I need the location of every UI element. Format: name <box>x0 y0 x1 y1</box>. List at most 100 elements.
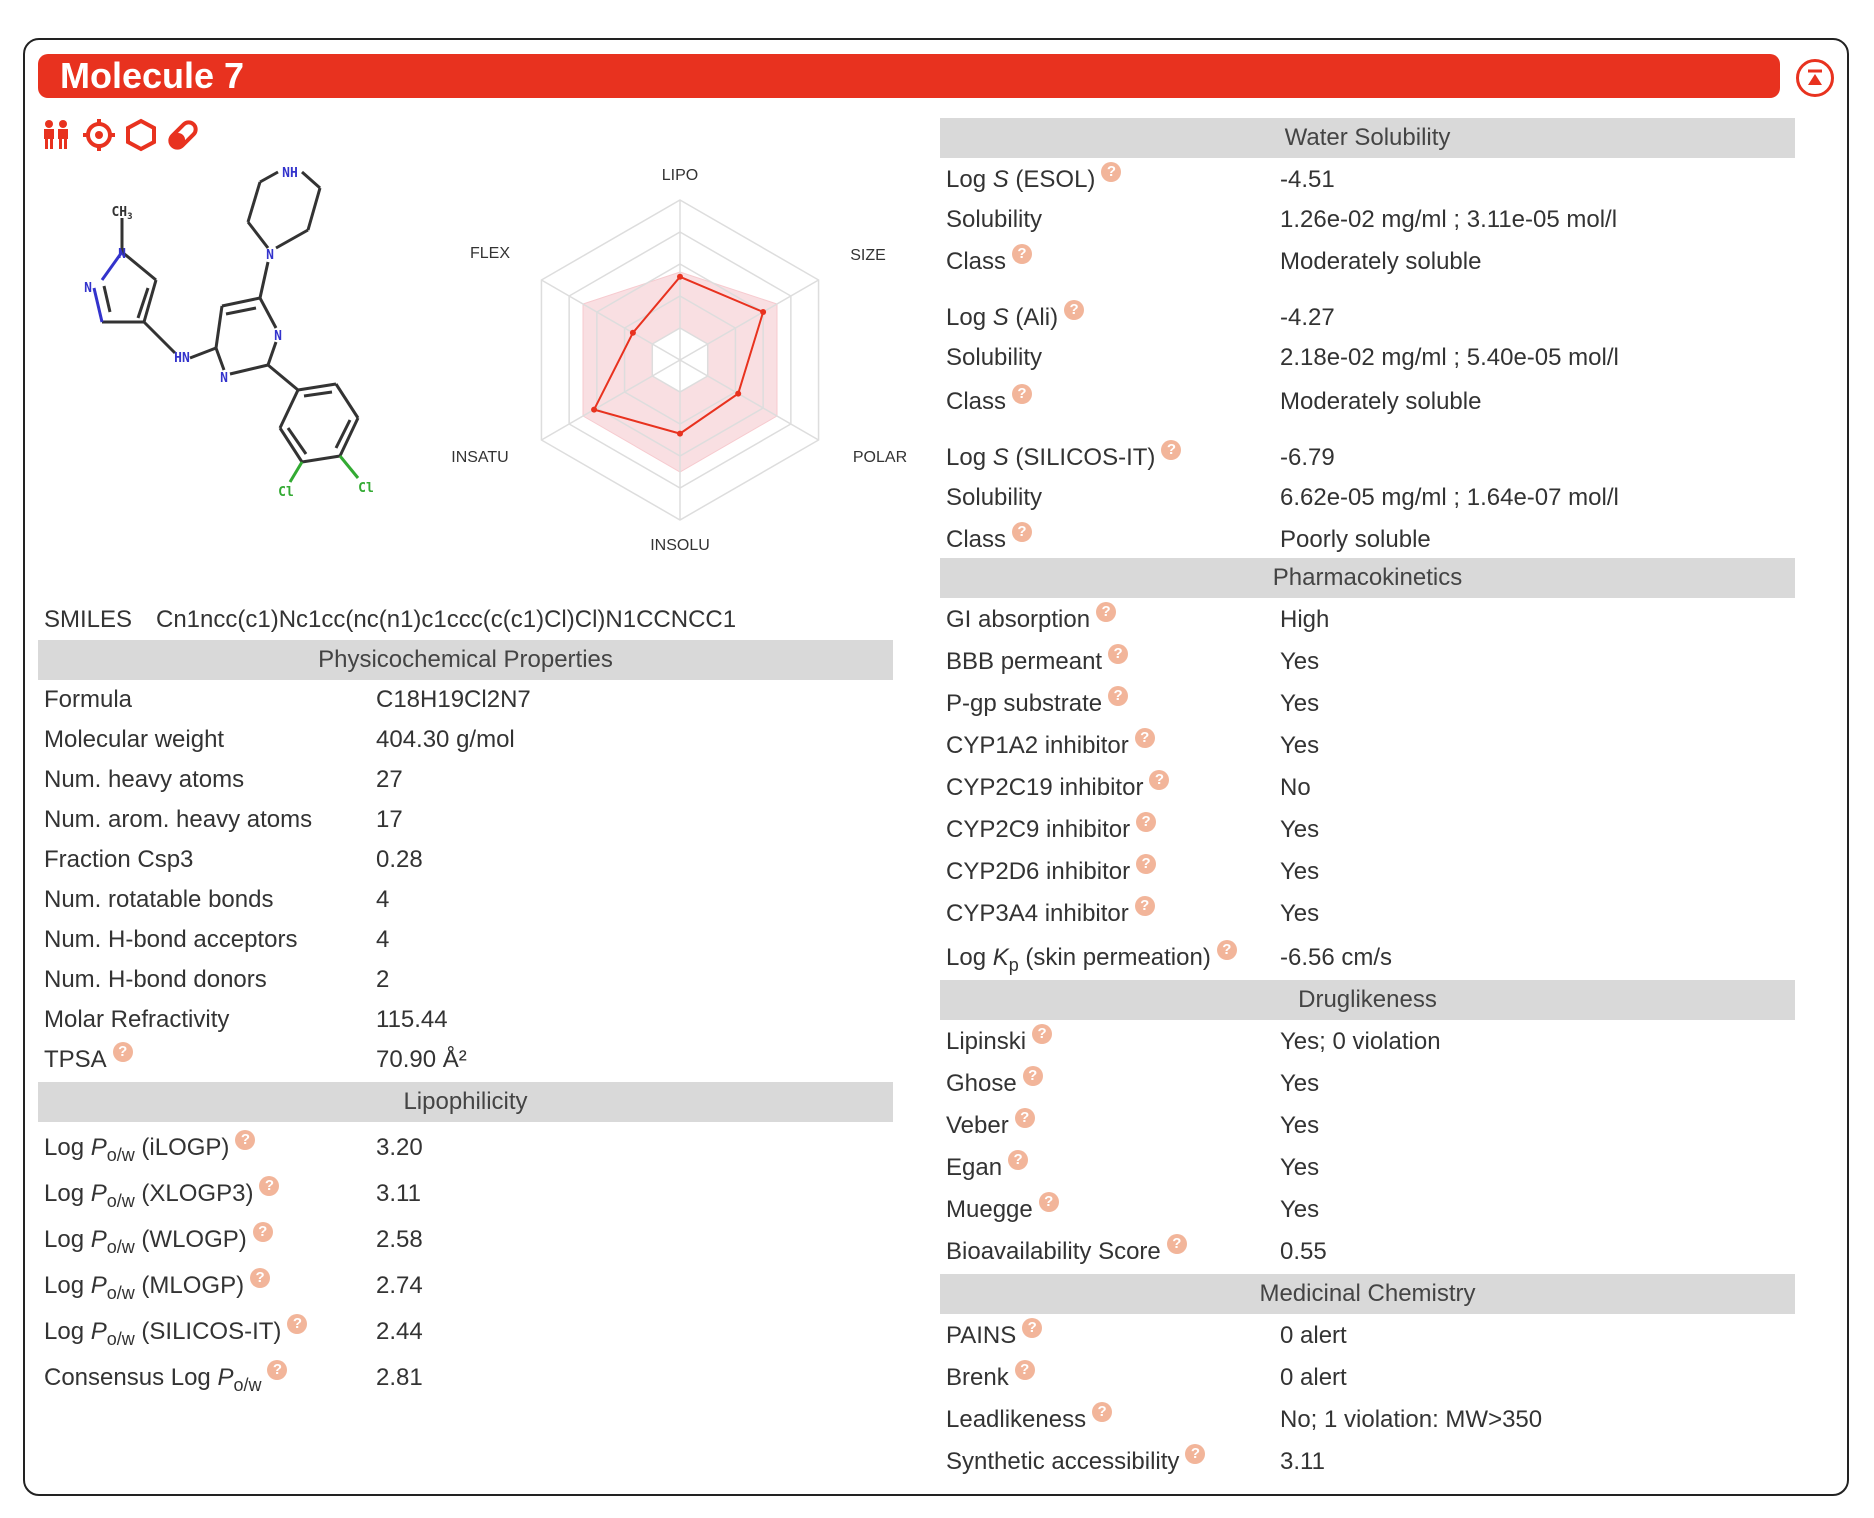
help-icon[interactable]: ? <box>1022 1066 1043 1086</box>
help-icon[interactable]: ? <box>250 1268 271 1288</box>
property-label: Log Po/w (MLOGP)? <box>44 1266 271 1313</box>
physchem-row: Num. arom. heavy atoms 17 <box>44 800 944 840</box>
property-label-text: Egan <box>946 1154 1003 1181</box>
help-icon[interactable]: ? <box>1161 440 1182 460</box>
radar-axis-label: INSOLU <box>650 537 710 554</box>
property-value: 0.28 <box>376 846 423 873</box>
property-value: Moderately soluble <box>1280 248 1482 275</box>
help-icon[interactable]: ? <box>1032 1024 1053 1044</box>
solubility-row: Solubility 1.26e-02 mg/ml ; 3.11e-05 mol/… <box>946 200 1846 240</box>
help-icon[interactable]: ? <box>252 1222 273 1242</box>
help-icon[interactable]: ? <box>1166 1234 1187 1254</box>
property-label: TPSA? <box>44 1040 133 1080</box>
property-label: Solubility <box>946 200 1042 240</box>
chlorine-label: Cl <box>358 481 374 496</box>
medchem-row: Leadlikeness? No; 1 violation: MW>350 <box>946 1400 1846 1440</box>
hexagon-icon[interactable] <box>124 118 158 152</box>
help-icon[interactable]: ? <box>1092 1402 1113 1422</box>
help-icon[interactable]: ? <box>1108 644 1129 664</box>
property-label: Num. rotatable bonds <box>44 880 273 920</box>
help-icon[interactable]: ? <box>1096 602 1117 622</box>
help-icon[interactable]: ? <box>1134 896 1155 916</box>
druglikeness-row: Bioavailability Score? 0.55 <box>946 1232 1846 1272</box>
property-value: 0 alert <box>1280 1364 1347 1391</box>
property-label-text: Num. H-bond donors <box>44 966 267 993</box>
collapse-button[interactable] <box>1796 59 1834 97</box>
property-value: No <box>1280 774 1311 801</box>
lipophilicity-row: Log Po/w (XLOGP3)? 3.11 <box>44 1174 844 1214</box>
property-label-text: CYP1A2 inhibitor <box>946 732 1129 759</box>
help-icon[interactable]: ? <box>1216 940 1237 960</box>
help-icon[interactable]: ? <box>1136 854 1157 874</box>
property-label: CYP2C9 inhibitor? <box>946 810 1157 850</box>
help-icon[interactable]: ? <box>1012 244 1033 264</box>
ow-subscript: o/w <box>106 1328 135 1349</box>
kp-suffix: (skin permeation) <box>1018 944 1211 971</box>
property-label-text: Solubility <box>946 344 1043 371</box>
help-icon[interactable]: ? <box>1012 522 1033 542</box>
property-value: 4 <box>376 926 390 953</box>
help-icon[interactable]: ? <box>1134 728 1155 748</box>
molecule-title: Molecule 7 <box>60 55 245 96</box>
property-value: Yes <box>1280 732 1320 759</box>
property-value: -6.79 <box>1280 444 1335 471</box>
help-icon[interactable]: ? <box>112 1042 133 1062</box>
property-label: Log S (SILICOS-IT)? <box>946 438 1182 478</box>
property-label-text: Molecular weight <box>44 726 225 753</box>
property-value: 2.74 <box>376 1272 423 1299</box>
property-label: Veber? <box>946 1106 1035 1146</box>
druglikeness-header: Druglikeness <box>940 980 1795 1020</box>
help-icon[interactable]: ? <box>1038 1192 1059 1212</box>
property-label-text: Solubility <box>946 206 1043 233</box>
profile-point <box>677 273 683 280</box>
help-icon[interactable]: ? <box>1008 1150 1029 1170</box>
property-label: Solubility <box>946 478 1042 518</box>
help-icon[interactable]: ? <box>1014 1108 1035 1128</box>
people-icon[interactable] <box>40 118 74 152</box>
help-icon[interactable]: ? <box>1149 770 1170 790</box>
pharmacokinetics-row: GI absorption? High <box>946 600 1846 640</box>
property-value: 6.62e-05 mg/ml ; 1.64e-07 mol/l <box>1280 484 1619 511</box>
property-label-text: Veber <box>946 1112 1009 1139</box>
property-label: Solubility <box>946 338 1042 378</box>
help-icon[interactable]: ? <box>235 1130 256 1150</box>
help-icon[interactable]: ? <box>1136 812 1157 832</box>
help-icon[interactable]: ? <box>1012 384 1033 404</box>
consensus-row: Consensus Log Po/w? 2.81 <box>44 1358 844 1398</box>
medchem-row: Brenk? 0 alert <box>946 1358 1846 1398</box>
help-icon[interactable]: ? <box>287 1314 308 1334</box>
property-label-text: Ghose <box>946 1070 1017 1097</box>
help-icon[interactable]: ? <box>1185 1444 1206 1464</box>
help-icon[interactable]: ? <box>1064 300 1085 320</box>
piperazine-nh-label: NH <box>282 166 298 181</box>
property-label-text: Formula <box>44 686 133 713</box>
property-value: Moderately soluble <box>1280 388 1482 415</box>
pharmacokinetics-row: BBB permeant? Yes <box>946 642 1846 682</box>
target-icon[interactable] <box>82 118 116 152</box>
property-label-text: Molar Refractivity <box>44 1006 230 1033</box>
pill-icon[interactable] <box>166 118 200 152</box>
help-icon[interactable]: ? <box>267 1360 288 1380</box>
property-label: Num. H-bond acceptors <box>44 920 297 960</box>
method-name: (SILICOS-IT) <box>1008 444 1156 471</box>
nitrogen-label: N <box>274 329 282 344</box>
property-value: Yes <box>1280 858 1320 885</box>
druglikeness-row: Veber? Yes <box>946 1106 1846 1146</box>
radar-axis-label: FLEX <box>470 245 510 262</box>
physchem-row: Formula C18H19Cl2N7 <box>44 680 944 720</box>
help-icon[interactable]: ? <box>1101 162 1122 182</box>
property-value: Yes <box>1280 816 1320 843</box>
property-label: Class? <box>946 242 1033 282</box>
property-value: 3.11 <box>1280 1448 1325 1475</box>
help-icon[interactable]: ? <box>259 1176 280 1196</box>
method-name: (iLOGP) <box>134 1134 230 1161</box>
radar-axis-label: LIPO <box>662 167 698 184</box>
p-symbol: P <box>90 1134 107 1161</box>
property-value: 70.90 Å² <box>376 1046 467 1073</box>
help-icon[interactable]: ? <box>1022 1318 1043 1338</box>
title-bar <box>38 54 1780 98</box>
help-icon[interactable]: ? <box>1108 686 1129 706</box>
property-label-text: PAINS <box>946 1322 1017 1349</box>
property-value: 27 <box>376 766 403 793</box>
help-icon[interactable]: ? <box>1014 1360 1035 1380</box>
